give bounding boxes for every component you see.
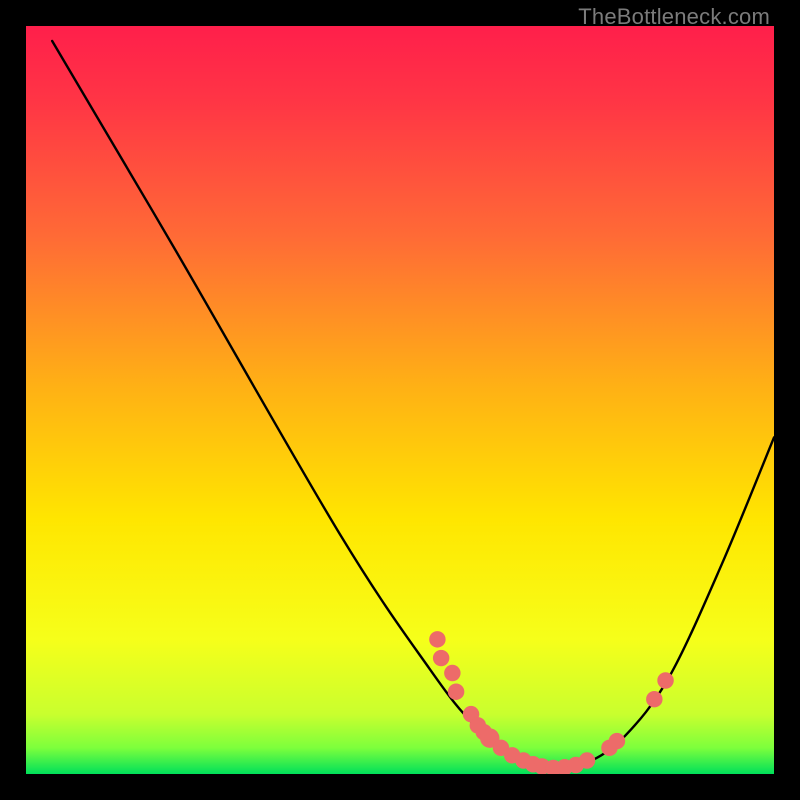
curve-marker bbox=[433, 650, 449, 666]
curve-marker bbox=[657, 672, 673, 688]
chart-frame bbox=[26, 26, 774, 774]
watermark-text: TheBottleneck.com bbox=[578, 4, 770, 30]
bottleneck-curve-chart bbox=[26, 26, 774, 774]
gradient-background bbox=[26, 26, 774, 774]
curve-marker bbox=[444, 665, 460, 681]
curve-marker bbox=[609, 733, 625, 749]
curve-marker bbox=[429, 631, 445, 647]
curve-marker bbox=[646, 691, 662, 707]
curve-marker bbox=[448, 683, 464, 699]
curve-marker bbox=[579, 752, 595, 768]
